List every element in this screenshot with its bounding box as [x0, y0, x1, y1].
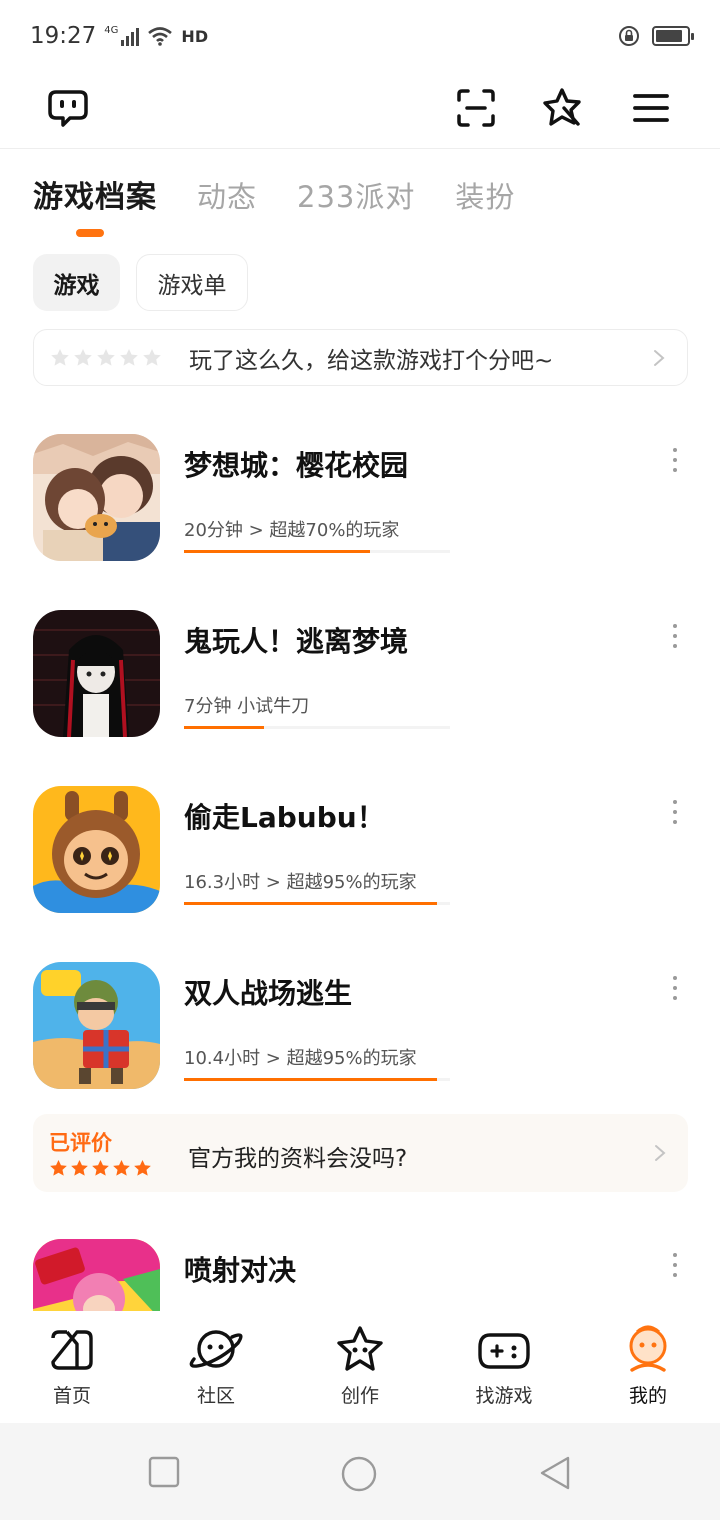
chip-game-lists[interactable]: 游戏单 — [136, 254, 248, 311]
chevron-right-icon — [655, 1145, 666, 1161]
tab-233-party[interactable]: 233派对 — [297, 174, 415, 216]
nav-label: 我的 — [628, 1385, 667, 1407]
more-options-icon[interactable] — [666, 622, 684, 650]
nav-label: 找游戏 — [475, 1385, 533, 1407]
more-options-icon[interactable] — [666, 446, 684, 474]
more-options-icon[interactable] — [666, 798, 684, 826]
game-title[interactable]: 双人战场逃生 — [184, 972, 352, 1012]
playtime-progress — [184, 902, 450, 905]
nav-label: 首页 — [52, 1385, 91, 1407]
gamepad-icon — [476, 1325, 532, 1375]
star-icon — [51, 349, 69, 366]
star-icon — [50, 1159, 67, 1176]
nav-find-games[interactable]: 找游戏 — [432, 1311, 576, 1423]
tab-game-archive[interactable]: 游戏档案 — [33, 172, 157, 216]
rotation-lock-icon — [619, 26, 639, 46]
chip-games[interactable]: 游戏 — [33, 254, 120, 311]
status-bar: 19:27 4G HD — [0, 0, 720, 72]
game-item[interactable]: 梦想城：樱花校园 20分钟 > 超越70%的玩家 — [0, 434, 720, 584]
star-icon — [71, 1159, 88, 1176]
playtime-progress-fill — [184, 726, 264, 729]
game-playtime-stat: 10.4小时 > 超越95%的玩家 — [184, 1048, 417, 1069]
star-icon — [134, 1159, 151, 1176]
battery-level — [656, 30, 682, 42]
game-title[interactable]: 梦想城：樱花校园 — [184, 444, 408, 484]
home-button-icon[interactable] — [340, 1455, 378, 1493]
profile-face-icon — [620, 1325, 676, 1375]
message-bubble-icon[interactable] — [40, 80, 96, 136]
game-playtime-stat: 16.3小时 > 超越95%的玩家 — [184, 872, 417, 893]
rate-game-prompt[interactable]: 玩了这么久，给这款游戏打个分吧~ — [33, 329, 688, 386]
top-app-bar — [0, 72, 720, 148]
nav-home[interactable]: 首页 — [0, 1311, 144, 1423]
badge-star-icon[interactable] — [536, 80, 592, 136]
active-tab-indicator — [76, 229, 104, 237]
review-text: 官方我的资料会没吗? — [188, 1146, 408, 1172]
nav-community[interactable]: 社区 — [144, 1311, 288, 1423]
tab-moments[interactable]: 动态 — [197, 174, 257, 216]
tab-dress-up[interactable]: 装扮 — [455, 174, 515, 216]
nav-label: 创作 — [340, 1385, 379, 1407]
game-item[interactable]: 鬼玩人！逃离梦境 7分钟 小试牛刀 — [0, 610, 720, 760]
game-playtime-stat: 7分钟 小试牛刀 — [184, 696, 310, 717]
game-cover-image[interactable] — [33, 610, 160, 737]
playtime-progress-fill — [184, 902, 437, 905]
reviewed-tag: 已评价 — [49, 1131, 112, 1155]
network-type: 4G — [104, 25, 119, 36]
battery-icon — [652, 26, 694, 46]
game-title[interactable]: 喷射对决 — [184, 1249, 296, 1289]
status-left: 19:27 4G HD — [30, 23, 208, 49]
game-cover-image[interactable] — [33, 786, 160, 913]
star-icon — [120, 349, 138, 366]
game-playtime-stat: 20分钟 > 超越70%的玩家 — [184, 520, 400, 541]
bottom-navigation: 首页 社区 创作 找游戏 我的 — [0, 1311, 720, 1423]
create-star-icon — [332, 1325, 388, 1375]
game-item[interactable]: 偷走Labubu！ 16.3小时 > 超越95%的玩家 — [0, 786, 720, 936]
game-item[interactable]: 双人战场逃生 10.4小时 > 超越95%的玩家 — [0, 962, 720, 1112]
nav-create[interactable]: 创作 — [288, 1311, 432, 1423]
menu-icon[interactable] — [623, 80, 679, 136]
status-time: 19:27 — [30, 23, 97, 49]
playtime-progress — [184, 726, 450, 729]
chevron-right-icon — [654, 349, 665, 366]
game-title[interactable]: 偷走Labubu！ — [184, 796, 385, 836]
playtime-progress — [184, 550, 450, 553]
recents-icon[interactable] — [147, 1455, 181, 1489]
review-rating-stars — [49, 1159, 152, 1177]
star-icon — [74, 349, 92, 366]
back-icon[interactable] — [538, 1455, 572, 1491]
game-title[interactable]: 鬼玩人！逃离梦境 — [184, 620, 408, 660]
rate-prompt-text: 玩了这么久，给这款游戏打个分吧~ — [189, 347, 554, 374]
star-icon — [92, 1159, 109, 1176]
empty-rating-stars — [50, 348, 162, 367]
more-options-icon[interactable] — [666, 974, 684, 1002]
nav-me[interactable]: 我的 — [576, 1311, 720, 1423]
game-item[interactable]: 喷射对决 — [0, 1239, 720, 1311]
scan-icon[interactable] — [448, 80, 504, 136]
status-right — [618, 25, 694, 47]
top-divider — [0, 148, 720, 149]
cellular-signal-icon: 4G — [104, 25, 140, 46]
wifi-icon — [148, 27, 173, 46]
game-cover-image[interactable] — [33, 1239, 160, 1311]
nav-label: 社区 — [196, 1385, 235, 1407]
more-options-icon[interactable] — [666, 1251, 684, 1279]
game-cover-image[interactable] — [33, 962, 160, 1089]
playtime-progress-fill — [184, 550, 371, 553]
community-planet-icon — [188, 1325, 244, 1375]
hd-indicator: HD — [181, 26, 209, 46]
system-navigation-bar — [0, 1423, 720, 1520]
star-icon — [143, 349, 161, 366]
playtime-progress — [184, 1078, 450, 1081]
star-icon — [113, 1159, 130, 1176]
game-cover-image[interactable] — [33, 434, 160, 561]
playtime-progress-fill — [184, 1078, 437, 1081]
star-icon — [97, 349, 115, 366]
profile-tabs: 游戏档案 动态 233派对 装扮 — [33, 172, 515, 216]
review-card[interactable]: 已评价 官方我的资料会没吗? — [33, 1114, 688, 1192]
home-icon — [44, 1325, 100, 1375]
